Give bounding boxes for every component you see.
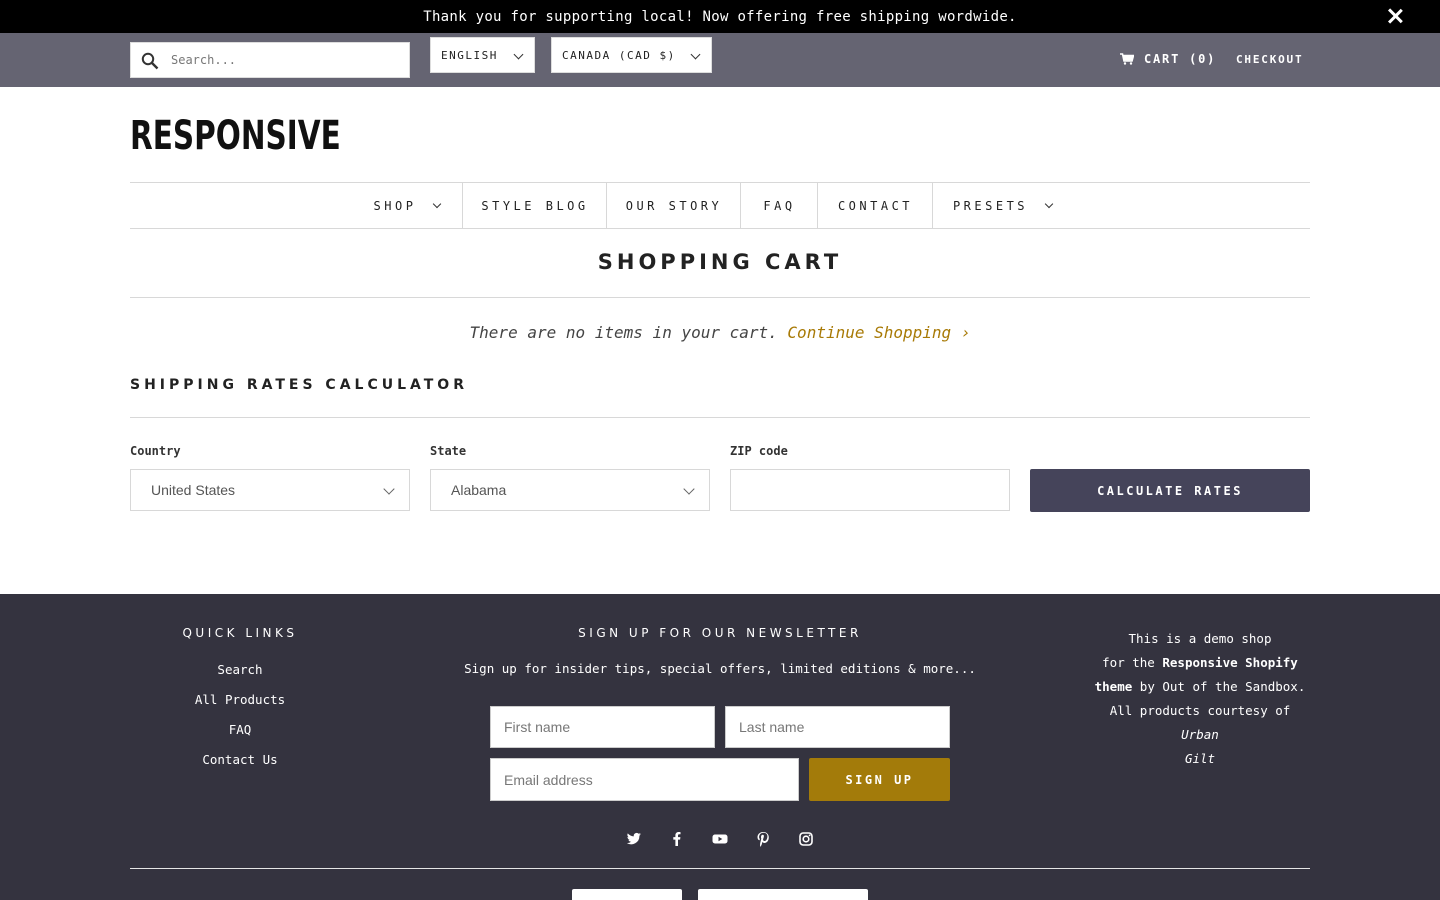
instagram-icon[interactable] [797,830,815,848]
footer-link-contact-us[interactable]: Contact Us [130,752,350,767]
quick-links-title: QUICK LINKS [182,626,298,640]
calculate-rates-button[interactable]: CALCULATE RATES [1030,469,1310,512]
nav-item-shop[interactable]: SHOP [352,183,462,228]
top-bar: ENGLISH CANADA (CAD $) CART (0) CHECKOUT [0,33,1440,87]
about-line: for the Responsive Shopify [1090,651,1310,675]
chevron-down-icon [513,49,524,60]
footer-link-faq[interactable]: FAQ [130,722,350,737]
email-field[interactable]: Email address [490,758,799,801]
facebook-icon[interactable] [668,830,686,848]
nav-item-label: SHOP [373,198,417,213]
youtube-icon[interactable] [711,830,729,848]
chevron-down-icon [1044,199,1054,208]
state-label: State [430,444,467,458]
announcement-text: Thank you for supporting local! Now offe… [423,8,1017,25]
nav-item-contact[interactable]: CONTACT [817,183,933,228]
cart-label: CART (0) [1144,52,1217,66]
zip-label: ZIP code [730,444,788,458]
cart-link[interactable]: CART (0) [1120,52,1216,66]
urban-gilt-link[interactable]: Gilt [1185,751,1215,766]
last-name-field[interactable]: Last name [725,706,950,748]
language-select[interactable]: ENGLISH [430,37,535,73]
about-line: Gilt [1090,747,1310,771]
chevron-down-icon [383,483,395,495]
theme-link[interactable]: theme [1095,679,1133,694]
pinterest-icon[interactable] [754,830,772,848]
nav-item-label: STYLE BLOG [481,198,589,213]
footer-about: This is a demo shop for the Responsive S… [1090,627,1310,771]
about-line: All products courtesy of Urban [1090,699,1310,747]
newsletter-subtitle: Sign up for insider tips, special offers… [464,661,976,676]
sign-up-button[interactable]: SIGN UP [809,758,950,801]
continue-shopping-link[interactable]: Continue Shopping › [787,323,970,342]
about-text: by Out of the Sandbox. [1132,679,1306,694]
nav-item-presets[interactable]: PRESETS [932,183,1072,228]
twitter-icon[interactable] [625,830,643,848]
chevron-down-icon [683,483,695,495]
zip-input[interactable] [730,469,1010,511]
site-logo[interactable]: RESPONSIVE [130,113,341,159]
divider [130,297,1310,298]
empty-cart-message: There are no items in your cart. Continu… [130,323,1310,342]
footer-link-search[interactable]: Search [130,662,350,677]
language-value: ENGLISH [441,48,498,62]
page-title: SHOPPING CART [597,250,843,274]
about-line: theme by Out of the Sandbox. [1090,675,1310,699]
footer-select-stub[interactable] [698,889,868,900]
newsletter-title: SIGN UP FOR OUR NEWSLETTER [578,626,862,640]
nav-item-label: PRESETS [952,198,1029,213]
search-box[interactable] [130,42,410,78]
country-select[interactable]: United States [130,469,410,511]
theme-link[interactable]: Responsive Shopify [1162,655,1297,670]
footer-link-all-products[interactable]: All Products [130,692,350,707]
nav-item-label: FAQ [763,198,796,213]
empty-cart-text: There are no items in your cart. [469,323,778,342]
shipping-calculator-title: SHIPPING RATES CALCULATOR [130,377,468,393]
main-nav: SHOP STYLE BLOG OUR STORY FAQ CONTACT PR… [130,182,1310,229]
state-value: Alabama [451,482,507,498]
chevron-down-icon [690,49,701,60]
announcement-bar: Thank you for supporting local! Now offe… [0,0,1440,33]
nav-item-style-blog[interactable]: STYLE BLOG [462,183,607,228]
checkout-link[interactable]: CHECKOUT [1236,53,1303,66]
nav-item-faq[interactable]: FAQ [740,183,818,228]
search-input[interactable] [171,43,401,77]
urban-gilt-link[interactable]: Urban [1181,727,1219,742]
footer: QUICK LINKS Search All Products FAQ Cont… [0,594,1440,900]
about-line: This is a demo shop [1128,631,1272,646]
currency-value: CANADA (CAD $) [562,48,676,62]
nav-item-our-story[interactable]: OUR STORY [606,183,741,228]
cart-icon [1120,53,1134,65]
footer-select-stub[interactable] [572,889,682,900]
search-icon [141,52,159,70]
nav-item-label: CONTACT [837,198,914,213]
currency-select[interactable]: CANADA (CAD $) [551,37,712,73]
divider [130,417,1310,418]
about-text: All products courtesy of [1109,703,1291,718]
country-value: United States [151,482,236,498]
nav-item-label: OUR STORY [625,198,723,213]
first-name-field[interactable]: First name [490,706,715,748]
continue-shopping-label: Continue Shopping [787,323,952,342]
country-label: Country [130,444,181,458]
chevron-down-icon [433,199,442,208]
state-select[interactable]: Alabama [430,469,710,511]
footer-divider [130,868,1310,869]
about-text: for the [1102,655,1163,670]
close-icon[interactable] [1384,5,1406,27]
chevron-right-icon: › [960,323,971,342]
